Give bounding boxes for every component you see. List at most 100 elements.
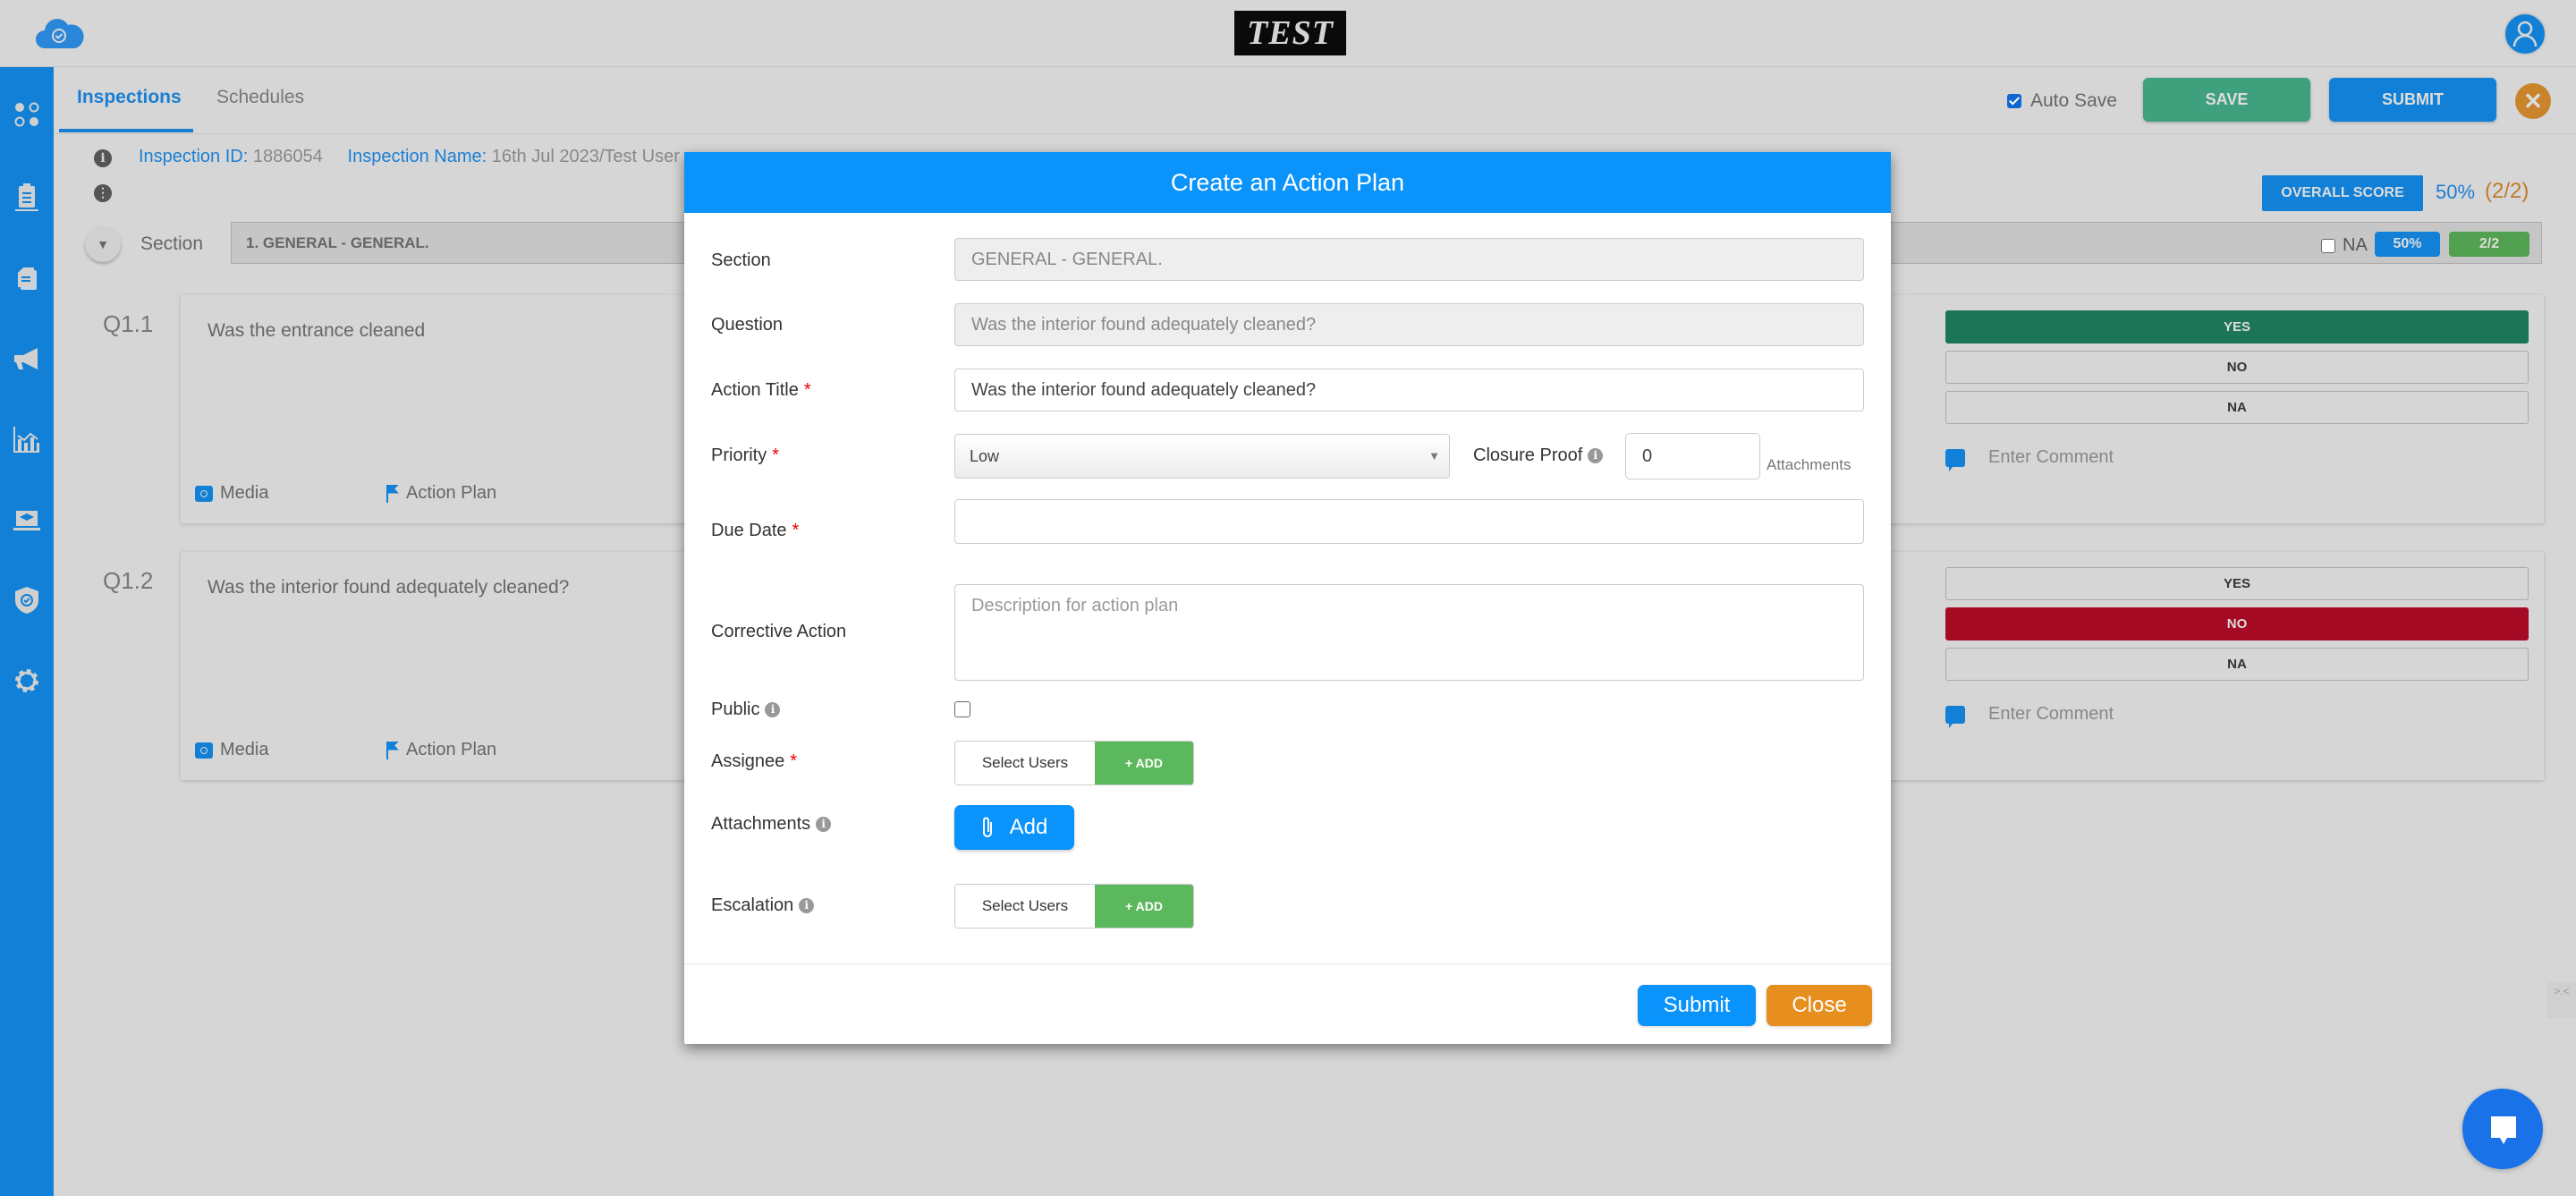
action-title-label: Action Title * — [711, 380, 811, 400]
escalation-picker: Select Users + ADD — [954, 884, 1194, 929]
more-vertical-icon[interactable]: ⋮ — [94, 184, 112, 202]
inspection-name-label: Inspection Name: — [347, 147, 487, 166]
required-mark: * — [792, 521, 800, 540]
section-na-label: NA — [2343, 235, 2368, 255]
documents-icon[interactable] — [11, 262, 43, 294]
due-date-label: Due Date * — [711, 521, 800, 540]
action-plan-button[interactable]: Action Plan — [386, 483, 496, 504]
user-avatar[interactable] — [2504, 13, 2546, 55]
closure-proof-input[interactable]: 0 — [1625, 433, 1760, 479]
inspection-id-value: 1886054 — [252, 147, 323, 166]
answer-no[interactable]: NO — [1945, 607, 2529, 640]
info-icon[interactable]: i — [94, 149, 112, 167]
modal-submit-button[interactable]: Submit — [1638, 985, 1756, 1026]
sidebar — [0, 67, 54, 1196]
action-title-input[interactable]: Was the interior found adequately cleane… — [954, 369, 1864, 411]
answer-na[interactable]: NA — [1945, 391, 2529, 424]
escalation-add-button[interactable]: + ADD — [1095, 885, 1193, 928]
chat-button[interactable] — [2462, 1089, 2543, 1169]
assignee-add-button[interactable]: + ADD — [1095, 742, 1193, 785]
side-widget-tab[interactable]: >.< — [2547, 982, 2576, 1018]
comment-icon — [1945, 448, 1965, 471]
settings-gear-icon[interactable] — [11, 665, 43, 697]
priority-value: Low — [970, 447, 1000, 465]
chat-icon — [2491, 1116, 2516, 1144]
comment-placeholder: Enter Comment — [1988, 704, 2114, 724]
close-icon: ✕ — [2523, 88, 2543, 115]
brand-logo: TEST — [1234, 11, 1346, 55]
overall-score-button[interactable]: OVERALL SCORE — [2262, 175, 2423, 211]
assignee-label: Assignee * — [711, 751, 798, 771]
shield-check-icon[interactable] — [11, 584, 43, 616]
escalation-select-users[interactable]: Select Users — [955, 885, 1095, 928]
close-inspection-button[interactable]: ✕ — [2515, 83, 2551, 119]
priority-label: Priority * — [711, 445, 780, 465]
cloud-check-icon[interactable] — [32, 16, 86, 52]
media-button[interactable]: Media — [195, 740, 268, 760]
auto-save-toggle[interactable]: Auto Save — [2007, 90, 2117, 112]
corrective-action-label: Corrective Action — [711, 622, 847, 641]
corrective-action-textarea[interactable]: Description for action plan — [954, 584, 1864, 681]
answer-no[interactable]: NO — [1945, 351, 2529, 384]
section-count-badge: 2/2 — [2449, 232, 2529, 257]
attachments-add-label: Add — [1009, 815, 1048, 839]
priority-select[interactable]: Low ▼ — [954, 434, 1450, 479]
info-icon[interactable]: i — [765, 702, 781, 717]
required-mark: * — [803, 380, 811, 400]
inspection-info: Inspection ID: 1886054 Inspection Name: … — [139, 147, 680, 167]
caret-down-icon: ▼ — [1428, 449, 1440, 462]
escalation-label: Escalation i — [711, 895, 815, 916]
analytics-chart-icon[interactable] — [11, 423, 43, 455]
flag-icon — [386, 484, 399, 503]
public-label: Public i — [711, 700, 781, 720]
media-label: Media — [220, 740, 269, 759]
question-field: Was the interior found adequately cleane… — [954, 303, 1864, 346]
action-plan-button[interactable]: Action Plan — [386, 740, 496, 760]
comment-field[interactable]: Enter Comment — [1945, 704, 2114, 728]
overall-score-percent: 50% — [2436, 181, 2476, 203]
question-text: Was the interior found adequately cleane… — [208, 577, 570, 598]
auto-save-checkbox[interactable] — [2007, 94, 2021, 108]
answer-yes[interactable]: YES — [1945, 567, 2529, 600]
section-na-toggle[interactable]: NA — [2321, 235, 2368, 256]
action-plan-label: Action Plan — [406, 483, 497, 503]
megaphone-icon[interactable] — [11, 343, 43, 375]
active-tab-indicator — [59, 129, 193, 132]
action-plan-label: Action Plan — [406, 740, 497, 759]
apps-dots-icon[interactable] — [11, 98, 43, 131]
section-field-label: Section — [711, 250, 771, 270]
assignee-picker: Select Users + ADD — [954, 741, 1194, 785]
public-checkbox[interactable] — [954, 701, 970, 717]
overall-score-fraction: (2/2) — [2485, 179, 2529, 203]
tab-schedules[interactable]: Schedules — [216, 87, 304, 108]
training-laptop-icon[interactable] — [11, 504, 43, 536]
modal-close-button[interactable]: Close — [1767, 985, 1872, 1026]
comment-icon — [1945, 705, 1965, 728]
modal-footer-divider — [684, 963, 1891, 964]
inspection-id-label: Inspection ID: — [139, 147, 249, 166]
assignee-select-users[interactable]: Select Users — [955, 742, 1095, 785]
media-label: Media — [220, 483, 269, 503]
comment-field[interactable]: Enter Comment — [1945, 447, 2114, 471]
answer-na[interactable]: NA — [1945, 648, 2529, 681]
section-na-checkbox[interactable] — [2321, 238, 2335, 253]
info-icon[interactable]: i — [816, 817, 832, 832]
attachments-add-button[interactable]: Add — [954, 805, 1074, 850]
section-label: Section — [140, 233, 204, 254]
info-icon[interactable]: i — [799, 898, 815, 913]
question-text: Was the entrance cleaned — [208, 320, 426, 341]
answer-yes[interactable]: YES — [1945, 310, 2529, 344]
due-date-input[interactable] — [954, 499, 1864, 544]
save-button[interactable]: SAVE — [2143, 78, 2310, 122]
section-collapse-button[interactable]: ▼ — [85, 226, 121, 262]
camera-icon — [195, 742, 213, 759]
tab-inspections[interactable]: Inspections — [77, 87, 182, 108]
clipboard-icon[interactable] — [11, 181, 43, 213]
media-button[interactable]: Media — [195, 483, 268, 504]
submit-button[interactable]: SUBMIT — [2329, 78, 2496, 122]
section-field: GENERAL - GENERAL. — [954, 238, 1864, 281]
attachments-label: Attachments i — [711, 814, 832, 835]
flag-icon — [386, 741, 399, 759]
info-icon[interactable]: i — [1588, 448, 1604, 463]
top-header: TEST — [0, 0, 2576, 67]
